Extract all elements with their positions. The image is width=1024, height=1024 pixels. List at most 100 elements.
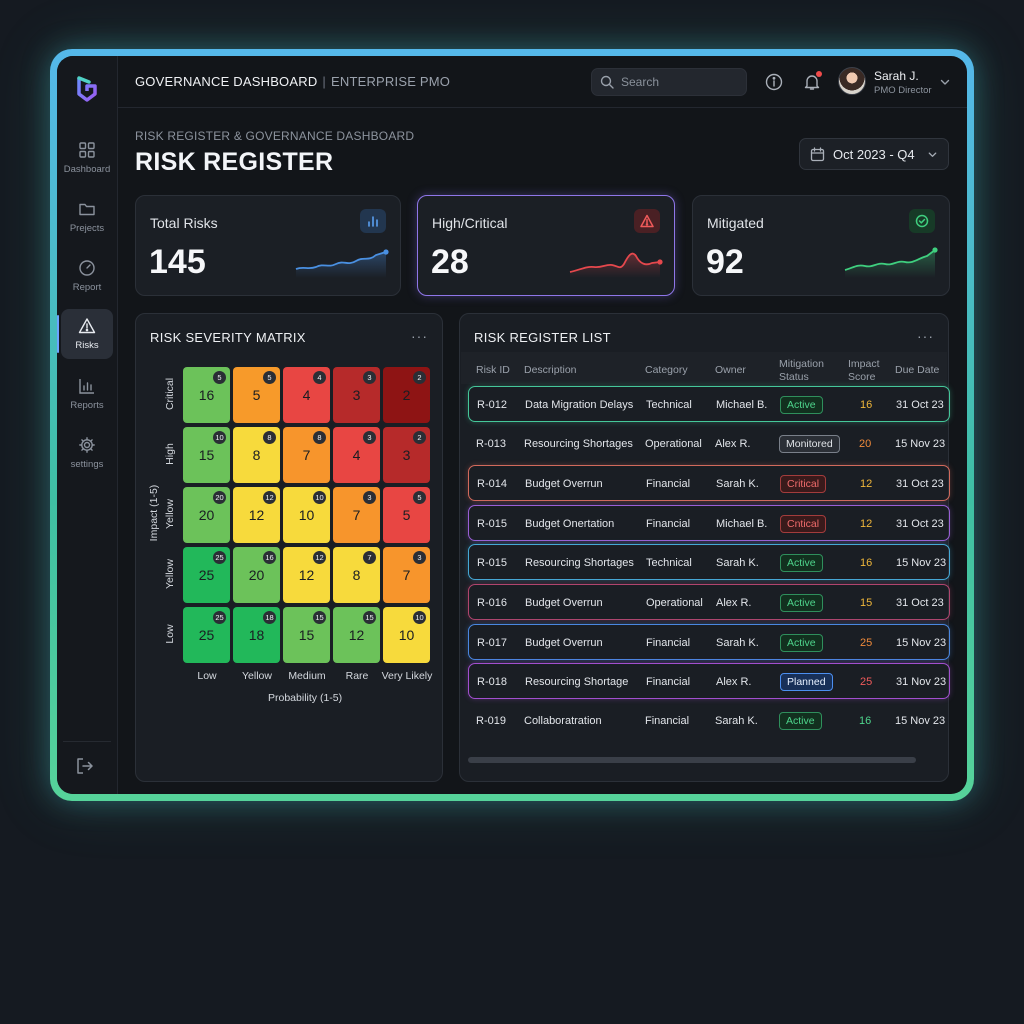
matrix-cell[interactable]: 16 5 — [183, 367, 230, 423]
column-header-mitigation-status[interactable]: Mitigation Status — [779, 358, 824, 384]
column-header-description[interactable]: Description — [524, 364, 577, 377]
matrix-cell[interactable]: 12 12 — [283, 547, 330, 603]
kpi-badge — [360, 209, 386, 233]
horizontal-scrollbar[interactable] — [468, 757, 916, 763]
matrix-cell[interactable]: 10 10 — [383, 607, 430, 663]
info-icon[interactable] — [765, 73, 783, 91]
column-header-category[interactable]: Category — [645, 364, 688, 377]
matrix-cell[interactable]: 25 25 — [183, 547, 230, 603]
kpi-card-high-critical[interactable]: High/Critical 28 — [417, 195, 675, 296]
bar-chart-icon — [368, 216, 378, 227]
table-row[interactable]: R-018 Resourcing Shortage Financial Alex R.… — [468, 663, 950, 700]
cell-impact-score: 20 — [859, 437, 872, 450]
matrix-cell[interactable]: 88 — [233, 427, 280, 483]
matrix-cell[interactable]: 20 16 — [233, 547, 280, 603]
matrix-cell[interactable]: 55 — [233, 367, 280, 423]
matrix-cell-count-badge: 3 — [363, 431, 376, 444]
matrix-cell[interactable]: 73 — [333, 487, 380, 543]
cell-owner: Michael B. — [716, 517, 768, 530]
search-box[interactable] — [591, 68, 747, 96]
kpi-card-total-risks[interactable]: Total Risks 145 — [135, 195, 401, 296]
cell-owner: Sarah K. — [715, 714, 758, 727]
chevron-down-icon[interactable] — [939, 76, 951, 88]
matrix-cell[interactable]: 43 — [333, 427, 380, 483]
matrix-cell[interactable]: 12 12 — [233, 487, 280, 543]
cell-category: Operational — [645, 437, 702, 450]
cell-category: Financial — [646, 636, 691, 649]
column-header-id[interactable]: Risk ID — [476, 364, 510, 377]
sidebar-item-reports[interactable]: Reports — [61, 369, 113, 419]
matrix-cell[interactable]: 32 — [383, 427, 430, 483]
matrix-row-label: Yellow — [164, 499, 176, 529]
matrix-cell[interactable]: 73 — [383, 547, 430, 603]
app-logo-icon[interactable] — [75, 76, 99, 102]
matrix-cell-count-badge: 25 — [213, 551, 226, 564]
matrix-row-label: Yellow — [164, 559, 176, 589]
cell-risk-id: R-018 — [477, 676, 507, 689]
cell-category: Technical — [646, 557, 692, 570]
matrix-cell-count-badge: 25 — [213, 611, 226, 624]
more-options-button[interactable]: ··· — [411, 328, 428, 344]
grid-icon — [79, 142, 95, 158]
date-range-picker[interactable]: Oct 2023 - Q4 — [799, 138, 949, 170]
more-options-button[interactable]: ··· — [917, 328, 934, 344]
sidebar: Dashboard Prejects Report Risks Reports … — [57, 56, 118, 794]
table-row[interactable]: R-013 Resourcing Shortages Operational Alex… — [468, 426, 950, 462]
table-row[interactable]: R-016 Budget Overrun Operational Alex R. 15 3… — [468, 584, 950, 620]
matrix-cell[interactable]: 55 — [383, 487, 430, 543]
table-row[interactable]: R-015 Resourcing Shortages Technical Sarah … — [468, 544, 950, 581]
sidebar-item-report[interactable]: Report — [61, 251, 113, 301]
kpi-label: Mitigated — [707, 215, 764, 231]
app-title-main: GOVERNANCE DASHBOARD — [135, 74, 318, 89]
column-header-impact-score[interactable]: Impact Score — [848, 358, 880, 384]
logout-icon[interactable] — [75, 756, 95, 776]
column-header-due-date[interactable]: Due Date — [895, 364, 939, 377]
matrix-cell[interactable]: 20 20 — [183, 487, 230, 543]
search-input[interactable] — [621, 75, 731, 89]
date-range-value: Oct 2023 - Q4 — [833, 146, 915, 162]
table-row[interactable]: R-014 Budget Overrun Financial Sarah K. 12 31… — [468, 465, 950, 502]
matrix-cell-score: 10 — [398, 627, 415, 643]
sidebar-item-projects[interactable]: Prejects — [61, 192, 113, 242]
matrix-cell-score: 20 — [198, 507, 215, 523]
sidebar-item-label: settings — [70, 459, 104, 470]
matrix-cell[interactable]: 15 15 — [283, 607, 330, 663]
sidebar-item-settings[interactable]: settings — [61, 428, 113, 478]
matrix-cell[interactable]: 44 — [283, 367, 330, 423]
matrix-cell[interactable]: 10 10 — [283, 487, 330, 543]
cell-description: Data Migration Delays — [525, 399, 634, 411]
matrix-cell[interactable]: 87 — [333, 547, 380, 603]
cell-due-date: 31 Oct 23 — [896, 597, 944, 609]
matrix-cell-score: 10 — [298, 507, 315, 523]
cell-due-date: 15 Nov 23 — [895, 714, 946, 727]
notifications-button[interactable] — [803, 71, 822, 91]
matrix-cell-score: 5 — [402, 507, 411, 523]
column-header-line: Status — [779, 371, 809, 383]
kpi-card-mitigated[interactable]: Mitigated 92 — [692, 195, 950, 296]
cell-risk-id: R-015 — [477, 557, 507, 570]
avatar[interactable] — [838, 67, 866, 95]
matrix-cell-count-badge: 3 — [363, 371, 376, 384]
cell-category: Operational — [646, 597, 703, 609]
matrix-cell[interactable]: 33 — [333, 367, 380, 423]
matrix-cell[interactable]: 15 10 — [183, 427, 230, 483]
sidebar-item-label: Report — [72, 282, 102, 293]
table-row[interactable]: R-015 Budget Onertation Financial Michael B… — [468, 504, 950, 541]
matrix-cell[interactable]: 22 — [383, 367, 430, 423]
cell-description: Collaboratration — [524, 714, 602, 727]
table-row[interactable]: R-017 Budget Overrun Financial Sarah K. 25 15… — [468, 623, 950, 660]
matrix-cell[interactable]: 78 — [283, 427, 330, 483]
sidebar-item-risks[interactable]: Risks — [57, 309, 113, 359]
table-row[interactable]: R-019 Collaboratration Financial Sarah K. 16… — [468, 703, 950, 739]
matrix-row-label: Critical — [164, 377, 176, 411]
matrix-cell[interactable]: 25 25 — [183, 607, 230, 663]
table-row[interactable]: R-012 Data Migration Delays Technical Micha… — [468, 386, 950, 422]
matrix-cell[interactable]: 18 18 — [233, 607, 280, 663]
page-title: RISK REGISTER — [135, 148, 334, 176]
matrix-cell-count-badge: 8 — [263, 431, 276, 444]
sidebar-item-dashboard[interactable]: Dashboard — [61, 133, 113, 183]
matrix-cell[interactable]: 12 15 — [333, 607, 380, 663]
cell-due-date: 31 Oct 23 — [896, 517, 944, 530]
cell-owner: Sarah K. — [716, 636, 759, 649]
column-header-owner[interactable]: Owner — [715, 364, 746, 377]
